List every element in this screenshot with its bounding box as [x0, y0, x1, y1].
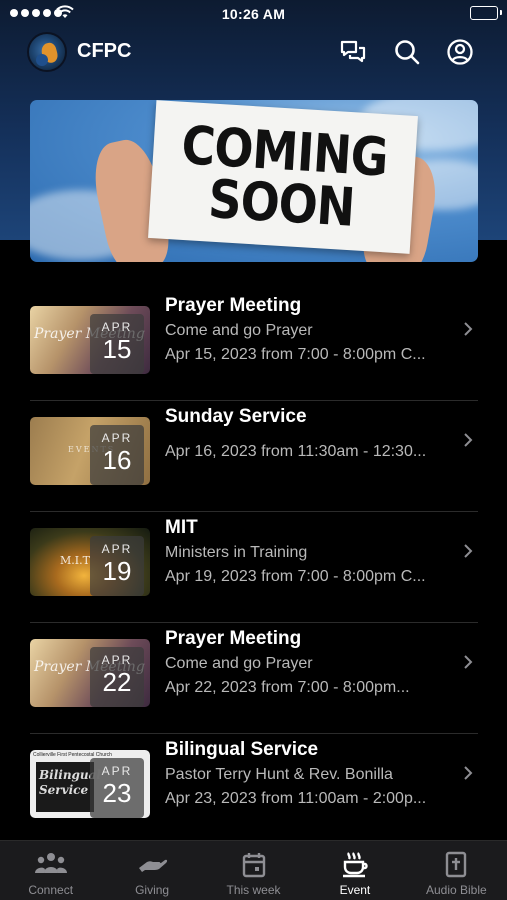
date-day: 16	[102, 445, 132, 475]
date-month: APR	[101, 431, 133, 445]
event-date: Apr 23, 2023 from 11:00am - 2:00p...	[165, 790, 427, 807]
profile-icon[interactable]	[446, 38, 474, 66]
event-subtitle: Come and go Prayer	[165, 655, 313, 672]
event-title: Prayer Meeting	[165, 295, 302, 316]
event-thumbnail: Prayer Meeting APR 22	[30, 639, 150, 707]
app-title: CFPC	[77, 40, 132, 62]
tab-label: Giving	[135, 883, 170, 897]
event-thumbnail: EVENTS APR 16	[30, 417, 150, 485]
event-row[interactable]: Collierville First Pentecostal Church Bi…	[30, 734, 478, 845]
calendar-icon	[242, 853, 265, 878]
date-month: APR	[101, 320, 133, 334]
search-icon[interactable]	[393, 38, 421, 66]
chevron-right-icon	[464, 655, 473, 669]
battery-icon	[470, 6, 502, 20]
tab-label: This week	[226, 883, 281, 897]
date-badge: APR 23	[90, 758, 144, 818]
coming-soon-banner[interactable]: COMING SOON	[30, 100, 478, 262]
event-date: Apr 15, 2023 from 7:00 - 8:00pm C...	[165, 346, 426, 363]
banner-line-2: SOON	[206, 167, 357, 239]
date-month: APR	[101, 542, 133, 556]
event-thumbnail: M.I.T APR 19	[30, 528, 150, 596]
coffee-cup-icon	[342, 852, 368, 878]
chevron-right-icon	[464, 544, 473, 558]
event-subtitle: Come and go Prayer	[165, 322, 313, 339]
event-subtitle: Pastor Terry Hunt & Rev. Bonilla	[165, 766, 393, 783]
date-badge: APR 16	[90, 425, 144, 485]
tab-this-week[interactable]: This week	[203, 841, 304, 900]
tab-audio-bible[interactable]: Audio Bible	[406, 841, 507, 900]
tab-label: Connect	[28, 883, 74, 897]
event-date: Apr 19, 2023 from 7:00 - 8:00pm C...	[165, 568, 426, 585]
event-row[interactable]: Prayer Meeting APR 15 Prayer Meeting Com…	[30, 290, 478, 401]
event-row[interactable]: M.I.T APR 19 MIT Ministers in Training A…	[30, 512, 478, 623]
event-title: MIT	[165, 517, 198, 538]
date-day: 15	[102, 334, 132, 364]
status-bar: 10:26 AM	[0, 0, 507, 28]
date-day: 23	[102, 778, 132, 808]
tab-giving[interactable]: Giving	[101, 841, 202, 900]
event-date: Apr 22, 2023 from 7:00 - 8:00pm...	[165, 679, 410, 696]
event-date: Apr 16, 2023 from 11:30am - 12:30...	[165, 443, 427, 460]
status-time: 10:26 AM	[221, 6, 286, 22]
date-badge: APR 19	[90, 536, 144, 596]
event-title: Prayer Meeting	[165, 628, 302, 649]
bible-icon	[446, 851, 467, 878]
chevron-right-icon	[464, 322, 473, 336]
coming-soon-sign: COMING SOON	[148, 100, 418, 254]
tab-label: Event	[339, 883, 371, 897]
chat-bubbles-icon[interactable]	[339, 38, 367, 66]
event-subtitle: Ministers in Training	[165, 544, 308, 561]
event-title: Sunday Service	[165, 406, 307, 427]
church-logo[interactable]	[27, 32, 67, 72]
date-month: APR	[101, 764, 133, 778]
giving-hand-icon	[139, 859, 168, 872]
date-day: 19	[102, 556, 132, 586]
thumbnail-caption: M.I.T	[60, 554, 90, 567]
event-thumbnail: Prayer Meeting APR 15	[30, 306, 150, 374]
tab-label: Audio Bible	[425, 883, 487, 897]
date-month: APR	[101, 653, 133, 667]
event-row[interactable]: EVENTS APR 16 Sunday Service Apr 16, 202…	[30, 401, 478, 512]
event-row[interactable]: Prayer Meeting APR 22 Prayer Meeting Com…	[30, 623, 478, 734]
date-badge: APR 15	[90, 314, 144, 374]
chevron-right-icon	[464, 766, 473, 780]
event-thumbnail: Collierville First Pentecostal Church Bi…	[30, 750, 150, 818]
date-day: 22	[102, 667, 132, 697]
event-title: Bilingual Service	[165, 739, 319, 760]
people-icon	[34, 853, 67, 873]
tab-bar: Connect Giving This week Event Audio Bib…	[0, 840, 507, 900]
chevron-right-icon	[464, 433, 473, 447]
date-badge: APR 22	[90, 647, 144, 707]
tab-event[interactable]: Event	[304, 841, 405, 900]
tab-connect[interactable]: Connect	[0, 841, 101, 900]
